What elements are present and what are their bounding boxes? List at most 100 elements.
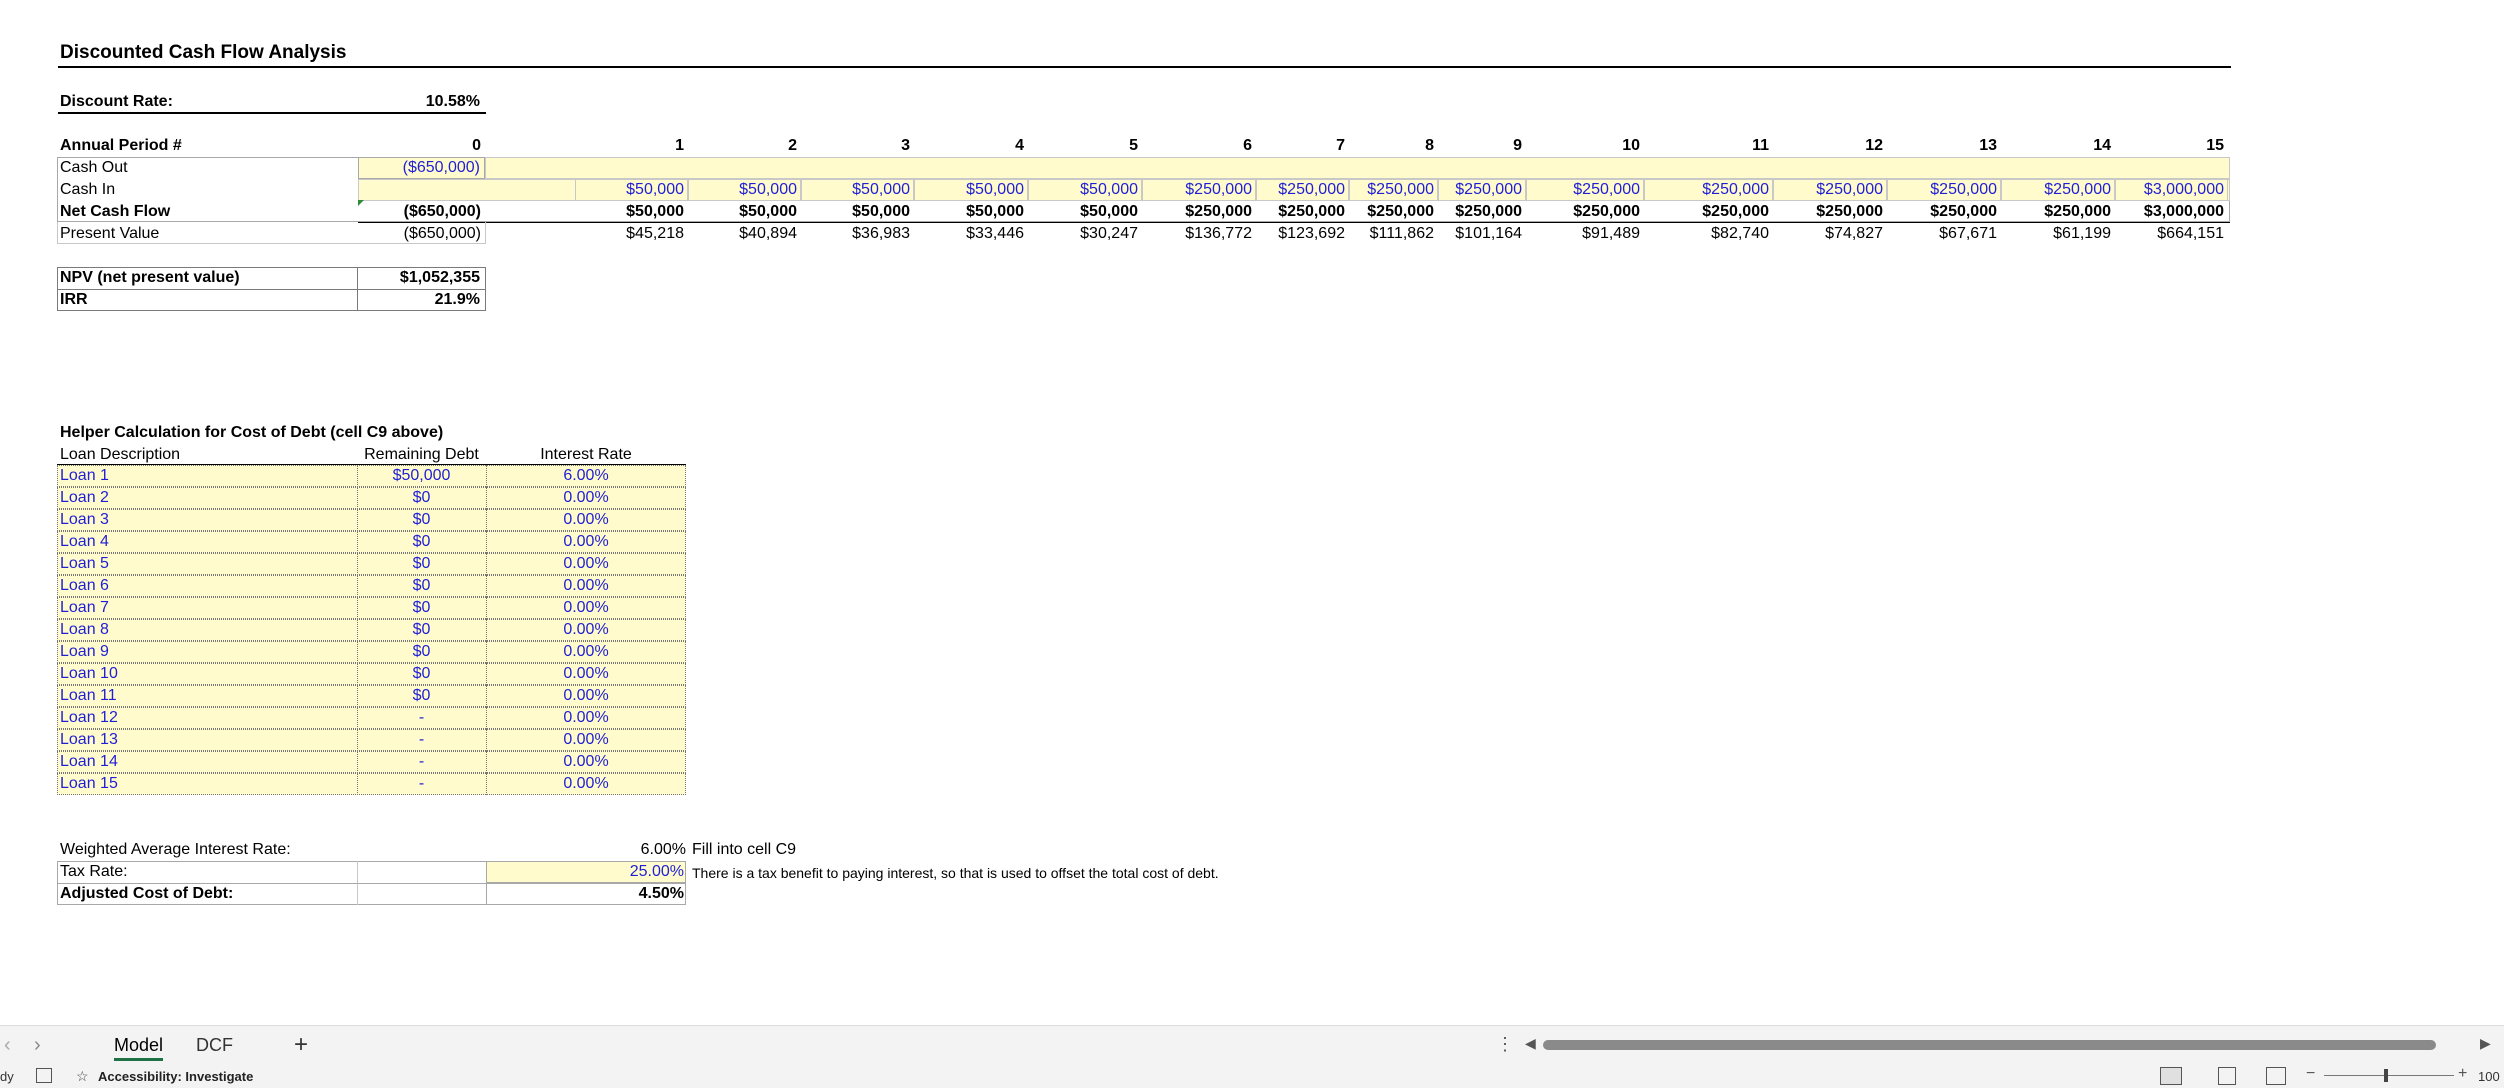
present-value-value[interactable]: $33,446	[898, 224, 1024, 244]
cash-in-value[interactable]: $3,000,000	[2108, 180, 2224, 200]
net-cash-flow-value[interactable]: $250,000	[1757, 202, 1883, 222]
net-cash-flow-value[interactable]: $3,000,000	[2098, 202, 2224, 222]
wair-value[interactable]: 6.00%	[486, 840, 686, 860]
cash-in-value[interactable]: $250,000	[1995, 180, 2111, 200]
loan-interest-rate[interactable]: 0.00%	[486, 576, 686, 596]
loan-remaining-debt[interactable]: $0	[358, 532, 485, 552]
cash-in-value[interactable]: $250,000	[1524, 180, 1640, 200]
loan-name[interactable]: Loan 8	[60, 620, 109, 640]
tax-rate-value[interactable]: 25.00%	[486, 862, 684, 882]
cash-in-value[interactable]: $250,000	[1406, 180, 1522, 200]
loan-remaining-debt[interactable]: $0	[358, 554, 485, 574]
present-value-value[interactable]: $101,164	[1396, 224, 1522, 244]
horizontal-scrollbar[interactable]	[1543, 1040, 2436, 1050]
net-cash-flow-value[interactable]: $50,000	[558, 202, 684, 222]
irr-value[interactable]: 21.9%	[360, 290, 480, 310]
present-value-value[interactable]: $61,199	[1985, 224, 2111, 244]
cash-in-value[interactable]: $50,000	[794, 180, 910, 200]
loan-name[interactable]: Loan 7	[60, 598, 109, 618]
loan-remaining-debt[interactable]: $0	[358, 488, 485, 508]
loan-interest-rate[interactable]: 0.00%	[486, 598, 686, 618]
add-sheet-button[interactable]: +	[294, 1032, 308, 1058]
cash-in-value[interactable]: $50,000	[681, 180, 797, 200]
loan-interest-rate[interactable]: 0.00%	[486, 730, 686, 750]
page-layout-icon[interactable]	[2218, 1067, 2236, 1085]
loan-interest-rate[interactable]: 0.00%	[486, 686, 686, 706]
spreadsheet-grid[interactable]: Discounted Cash Flow Analysis Discount R…	[0, 0, 2504, 1025]
loan-name[interactable]: Loan 2	[60, 488, 109, 508]
loan-remaining-debt[interactable]: $0	[358, 598, 485, 618]
macro-record-icon[interactable]	[36, 1068, 52, 1083]
zoom-out-icon[interactable]: −	[2306, 1065, 2315, 1083]
tab-model[interactable]: Model	[114, 1032, 164, 1061]
loan-name[interactable]: Loan 1	[60, 466, 109, 486]
present-value-value[interactable]: $67,671	[1871, 224, 1997, 244]
loan-remaining-debt[interactable]: $0	[358, 510, 485, 530]
cash-in-value[interactable]: $250,000	[1767, 180, 1883, 200]
loan-interest-rate[interactable]: 0.00%	[486, 774, 686, 794]
present-value-value[interactable]: $82,740	[1643, 224, 1769, 244]
cash-in-value[interactable]: $50,000	[908, 180, 1024, 200]
present-value-value[interactable]: $40,894	[671, 224, 797, 244]
loan-name[interactable]: Loan 9	[60, 642, 109, 662]
cash-out-empty-cells[interactable]	[485, 157, 2230, 179]
zoom-in-icon[interactable]: +	[2458, 1065, 2467, 1083]
cash-in-value[interactable]: $50,000	[568, 180, 684, 200]
scroll-right-icon[interactable]: ▶	[2480, 1035, 2491, 1052]
loan-interest-rate[interactable]: 0.00%	[486, 532, 686, 552]
loan-name[interactable]: Loan 4	[60, 532, 109, 552]
normal-view-icon[interactable]	[2160, 1067, 2182, 1085]
net-cash-flow-value[interactable]: $50,000	[671, 202, 797, 222]
loan-interest-rate[interactable]: 6.00%	[486, 466, 686, 486]
npv-value[interactable]: $1,052,355	[360, 268, 480, 288]
net-cash-flow-value[interactable]: $250,000	[1871, 202, 1997, 222]
loan-remaining-debt[interactable]: -	[358, 774, 485, 794]
loan-interest-rate[interactable]: 0.00%	[486, 642, 686, 662]
zoom-slider[interactable]	[2324, 1075, 2454, 1076]
accessibility-status[interactable]: Accessibility: Investigate	[98, 1069, 253, 1084]
loan-remaining-debt[interactable]: $0	[358, 664, 485, 684]
loan-remaining-debt[interactable]: $0	[358, 686, 485, 706]
net-cash-flow-value[interactable]: $50,000	[1012, 202, 1138, 222]
loan-name[interactable]: Loan 11	[60, 686, 117, 706]
loan-interest-rate[interactable]: 0.00%	[486, 664, 686, 684]
loan-remaining-debt[interactable]: -	[358, 730, 485, 750]
loan-name[interactable]: Loan 3	[60, 510, 109, 530]
loan-remaining-debt[interactable]: -	[358, 708, 485, 728]
loan-interest-rate[interactable]: 0.00%	[486, 620, 686, 640]
loan-name[interactable]: Loan 6	[60, 576, 109, 596]
net-cash-flow-value[interactable]: $50,000	[898, 202, 1024, 222]
loan-name[interactable]: Loan 5	[60, 554, 109, 574]
scroll-tabs-right-icon[interactable]: ›	[34, 1034, 41, 1057]
cash-out-value[interactable]: ($650,000)	[360, 158, 480, 178]
present-value-value[interactable]: $30,247	[1012, 224, 1138, 244]
more-options-icon[interactable]: ⋮	[1496, 1034, 1514, 1055]
present-value-value[interactable]: $45,218	[558, 224, 684, 244]
adjusted-cost-value[interactable]: 4.50%	[486, 884, 684, 904]
scroll-left-icon[interactable]: ◀	[1525, 1035, 1536, 1052]
cash-in-value[interactable]: $250,000	[1881, 180, 1997, 200]
loan-name[interactable]: Loan 13	[60, 730, 118, 750]
loan-name[interactable]: Loan 14	[60, 752, 118, 772]
net-cash-flow-value[interactable]: $250,000	[1396, 202, 1522, 222]
loan-remaining-debt[interactable]: $50,000	[358, 466, 485, 486]
net-cash-flow-value[interactable]: $250,000	[1514, 202, 1640, 222]
present-value-value[interactable]: $74,827	[1757, 224, 1883, 244]
loan-name[interactable]: Loan 12	[60, 708, 118, 728]
loan-remaining-debt[interactable]: $0	[358, 642, 485, 662]
net-cash-flow-value[interactable]: $250,000	[1643, 202, 1769, 222]
loan-interest-rate[interactable]: 0.00%	[486, 708, 686, 728]
present-value-value[interactable]: $36,983	[784, 224, 910, 244]
cash-in-value[interactable]: $250,000	[1653, 180, 1769, 200]
loan-remaining-debt[interactable]: $0	[358, 620, 485, 640]
loan-name[interactable]: Loan 15	[60, 774, 118, 794]
loan-remaining-debt[interactable]: -	[358, 752, 485, 772]
tab-dcf[interactable]: DCF	[196, 1032, 233, 1058]
net-cash-flow-value[interactable]: ($650,000)	[355, 202, 481, 222]
loan-interest-rate[interactable]: 0.00%	[486, 488, 686, 508]
net-cash-flow-value[interactable]: $50,000	[784, 202, 910, 222]
present-value-value[interactable]: $664,151	[2098, 224, 2224, 244]
discount-rate-value[interactable]: 10.58%	[360, 92, 480, 112]
page-break-icon[interactable]	[2266, 1067, 2286, 1085]
loan-interest-rate[interactable]: 0.00%	[486, 510, 686, 530]
